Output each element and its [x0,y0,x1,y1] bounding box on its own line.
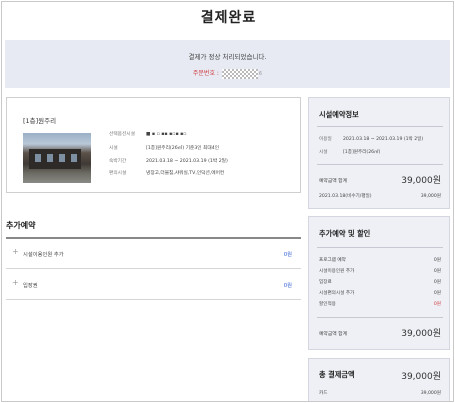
room-info-option: 선택옵션시설 ■ ▪ ▫ ▪▪ ▪▫▪ ▪▫ [109,132,187,137]
discount-panel: 추가예약 및 할인 프로그램 예약 0원 시설이용인원 추가 0원 입장료 0원 시설… [308,216,450,350]
order-number-tail: 6 [258,70,263,77]
summary-facility: 시설 [1층]원주리(26㎡) [319,150,381,155]
room-info-amenities: 편의시설 냉장고,더블침,샤워실,TV,인덕션,에어컨 [109,171,225,176]
notice-message: 결제가 정상 처리되었습니다. [188,53,267,61]
order-number-label: 주문번호 : [192,70,219,77]
discount-row-guest: 시설이용인원 추가 0원 [319,269,441,274]
plus-icon: + [12,278,19,287]
payment-title: 총 결제금액 [319,370,355,379]
order-number: 주문번호 : 6 [5,68,450,79]
panel-divider [317,126,443,127]
panel-divider [317,247,443,248]
summary-detail: 2021.03.18(비수기/평일) 39,000원 [319,194,441,199]
discount-row-discount: 할인적용 0원 [319,302,441,307]
summary-dates: 이용일 2021.03.18 ~ 2021.03.19 (1박 2일) [319,137,424,142]
room-info-facility: 시설 [1층]원주리(26㎡) 기준3인 최대4인 [109,146,220,151]
summary-title: 시설예약정보 [319,110,359,119]
discount-row-program: 프로그램 예약 0원 [319,258,441,263]
masked-order-number [221,68,258,79]
extra-row-guest-add[interactable]: + 시설이용인원 추가 0원 [6,239,301,269]
discount-title: 추가예약 및 할인 [319,229,371,238]
page-title: 결제완료 [200,10,257,26]
room-card: [1층]원주리 선택옵션시설 ■ ▪ ▫ ▪▪ ▪▫▪ ▪▫ 시설 [1층]원주리(… [6,97,301,193]
plus-icon: + [12,247,19,256]
room-name: [1층]원주리 [23,117,57,125]
summary-total: 예약금액 합계 39,000원 [319,176,441,186]
discount-row-amenity: 시설편의시설 추가 0원 [319,291,441,296]
payment-method: 카드 39,000원 [319,391,441,396]
reservation-summary-panel: 시설예약정보 이용일 2021.03.18 ~ 2021.03.19 (1박 2일… [308,97,450,209]
room-photo [23,133,91,183]
discount-row-admission: 입장료 0원 [319,280,441,285]
extra-row-ticket[interactable]: + 입장권 0원 [6,270,301,300]
extras-section-title: 추가예약 [6,221,36,230]
panel-divider [317,164,443,165]
payment-complete-notice: 결제가 정상 처리되었습니다. 주문번호 : 6 [5,40,450,88]
room-info-period: 숙박기간 2021.03.18 ~ 2021.03.19 (1박 2일) [109,159,228,164]
panel-divider [317,317,443,318]
discount-total: 예약금액 합계 39,000원 [319,329,441,339]
page-frame: 결제완료 결제가 정상 처리되었습니다. 주문번호 : 6 [1층]원주리 선택옵… [1,1,454,402]
payment-total-panel: 총 결제금액 39,000원 카드 39,000원 [308,358,450,401]
